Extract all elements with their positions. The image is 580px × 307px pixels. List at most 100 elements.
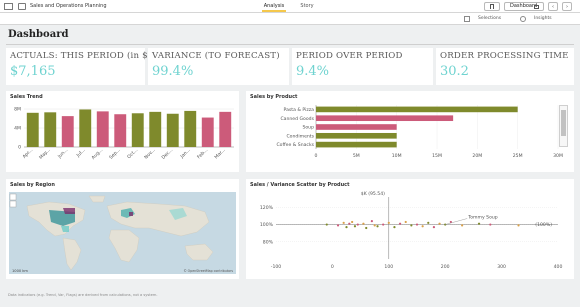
app-title: Sales and Operations Planning xyxy=(30,3,107,9)
x-tick-label: 10M xyxy=(392,153,402,159)
scatter-point xyxy=(489,223,492,226)
y-tick-label: Condiments xyxy=(286,133,314,139)
top-toolbar: Sales and Operations Planning Analysis S… xyxy=(0,0,580,13)
x-tick-label: Apr... xyxy=(22,147,35,160)
scatter-point xyxy=(461,224,464,227)
selection-tool-icon[interactable] xyxy=(464,16,470,22)
chevron-right-icon: › xyxy=(566,4,568,10)
sales-by-region-panel[interactable]: Sales by Region 1000 km © OpenStreetMap … xyxy=(6,179,239,279)
y-tick-label: Canned Goods xyxy=(280,116,314,122)
sales-trend-chart[interactable]: 0 4M 8M Apr... May... Jun... Jul... Aug... Sep..… xyxy=(6,91,239,172)
scatter-point xyxy=(444,223,447,226)
y-tick-label: 120% xyxy=(260,205,274,211)
scatter-point xyxy=(325,223,328,226)
sheet-list-icon xyxy=(534,5,539,9)
x-tick-label: 100 xyxy=(384,264,393,270)
y-tick-label: Coffee & Snacks xyxy=(276,142,314,148)
map-attribution[interactable]: © OpenStreetMap contributors xyxy=(183,269,233,273)
trend-bar xyxy=(166,113,179,147)
map-scale-label: 1000 km xyxy=(12,269,28,273)
scatter-point xyxy=(398,222,402,225)
world-map[interactable] xyxy=(9,192,236,274)
y-tick-label: 0 xyxy=(18,145,21,151)
product-bar xyxy=(316,141,397,148)
x-tick-label: 0 xyxy=(331,264,334,270)
bookmark-button[interactable] xyxy=(484,2,500,11)
trend-bar xyxy=(149,111,162,147)
scatter-panel[interactable]: Sales / Variance Scatter by Product -100… xyxy=(246,179,574,279)
x-tick-label: Sep... xyxy=(108,147,121,160)
menu-icon[interactable] xyxy=(4,3,13,10)
scatter-point xyxy=(356,223,359,226)
product-bar xyxy=(316,132,397,139)
insights-button[interactable]: Insights xyxy=(534,15,552,23)
kpi-period-over-period[interactable]: PERIOD OVER PERIOD 9.4% xyxy=(292,48,433,85)
scrollbar-thumb[interactable] xyxy=(561,110,566,136)
scatter-point xyxy=(393,226,396,229)
scatter-point xyxy=(427,221,430,224)
chevron-left-icon: ‹ xyxy=(552,4,554,10)
kpi-order-processing-time[interactable]: ORDER PROCESSING TIME 30.2 xyxy=(436,48,574,85)
x-tick-label: Nov... xyxy=(143,147,156,160)
x-tick-label: 300 xyxy=(497,264,506,270)
scatter-point xyxy=(362,222,365,225)
x-tick-label: 30M xyxy=(553,153,563,159)
scatter-point xyxy=(348,222,351,225)
kpi-variance[interactable]: VARIANCE (TO FORECAST) 99.4% xyxy=(148,48,289,85)
sub-toolbar: Selections Insights xyxy=(0,13,580,25)
scatter-chart[interactable]: -100 0 100 200 300 400 120% 100% 80% $K (95.54) (1… xyxy=(246,179,574,279)
scatter-point xyxy=(415,223,419,226)
panel-title: Sales by Region xyxy=(10,182,55,188)
x-tick-label: Dec... xyxy=(161,147,175,161)
scatter-point xyxy=(370,219,373,223)
scatter-point xyxy=(477,222,481,225)
x-tick-label: 5M xyxy=(353,153,360,159)
kpi-label: ORDER PROCESSING TIME xyxy=(440,51,569,61)
x-tick-label: Jan... xyxy=(179,147,192,160)
kpi-value: $7,165 xyxy=(10,64,56,79)
x-tick-label: Jun... xyxy=(56,147,69,160)
insights-icon[interactable] xyxy=(520,16,526,22)
selections-button[interactable]: Selections xyxy=(478,15,501,23)
y-tick-label: 8M xyxy=(14,107,21,113)
tab-story[interactable]: Story xyxy=(296,1,318,12)
annotation-leader xyxy=(445,218,468,225)
x-tick-label: Oct... xyxy=(126,147,139,160)
trend-bar xyxy=(184,110,197,147)
prev-sheet-button[interactable]: ‹ xyxy=(548,2,558,11)
point-annotation: Tommy Soup xyxy=(467,215,498,221)
scatter-point xyxy=(351,220,354,224)
scatter-point xyxy=(373,224,376,227)
sheet-select[interactable]: Dashboard xyxy=(504,2,544,11)
x-tick-label: Mar... xyxy=(213,147,226,160)
kpi-value: 9.4% xyxy=(296,64,330,79)
product-bar xyxy=(316,106,518,113)
kpi-value: 30.2 xyxy=(440,64,469,79)
sales-trend-panel[interactable]: Sales Trend 0 4M 8M Apr... May... Jun... Jul..… xyxy=(6,91,239,172)
trend-bar xyxy=(61,116,74,147)
chart-scrollbar[interactable] xyxy=(559,105,568,147)
kpi-label: VARIANCE (TO FORECAST) xyxy=(152,51,280,61)
page-title: Dashboard xyxy=(8,29,69,40)
sales-by-product-panel[interactable]: Sales by Product 0 5M 10M 15M 20M 25M 30M Pasta… xyxy=(246,91,574,172)
sales-by-product-chart[interactable]: 0 5M 10M 15M 20M 25M 30M Pasta & Pizza Canned Go… xyxy=(246,91,574,172)
y-tick-label: 100% xyxy=(260,222,274,228)
title-divider xyxy=(6,44,574,45)
scatter-point xyxy=(421,225,424,228)
app-icon[interactable] xyxy=(18,3,26,10)
scatter-point xyxy=(336,224,340,227)
tab-analysis[interactable]: Analysis xyxy=(262,1,286,12)
kpi-label: ACTUALS: THIS PERIOD (in $K) xyxy=(10,51,158,61)
scatter-point xyxy=(376,225,379,228)
reference-label-right: (100%) xyxy=(535,222,552,228)
x-tick-label: 200 xyxy=(441,264,450,270)
bookmark-icon xyxy=(490,4,494,9)
next-sheet-button[interactable]: › xyxy=(562,2,572,11)
trend-bar xyxy=(26,112,39,147)
x-tick-label: Feb... xyxy=(196,147,209,160)
scatter-point xyxy=(404,220,407,224)
footnote: Data indicators (e.g. Trend, Var, Flags)… xyxy=(8,293,158,297)
trend-bar xyxy=(201,117,214,147)
y-tick-label: 80% xyxy=(263,239,274,245)
kpi-actuals[interactable]: ACTUALS: THIS PERIOD (in $K) $7,165 xyxy=(6,48,158,85)
